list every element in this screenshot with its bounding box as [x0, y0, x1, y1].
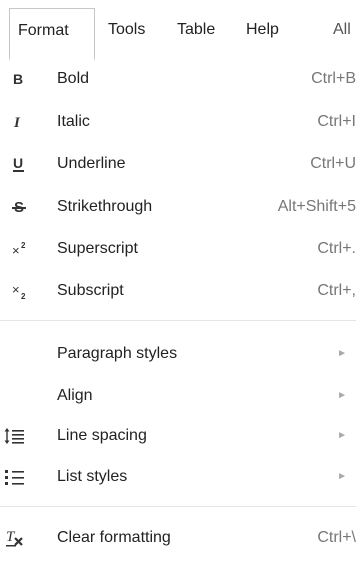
svg-text:2: 2 [21, 292, 26, 300]
menu-table[interactable]: Table [177, 20, 215, 40]
svg-text:×: × [12, 282, 20, 297]
menu-item-subscript[interactable]: × 2 Subscript Ctrl+, [0, 273, 356, 309]
svg-text:2: 2 [21, 241, 26, 250]
menu-all[interactable]: All [333, 20, 351, 40]
underline-label: Underline [57, 155, 126, 172]
align-label: Align [57, 387, 93, 404]
list-styles-icon [4, 459, 40, 495]
menu-item-bold[interactable]: B Bold Ctrl+B [0, 61, 356, 97]
menu-item-strikethrough[interactable]: S Strikethrough Alt+Shift+5 [0, 189, 356, 225]
menu-tools[interactable]: Tools [108, 20, 145, 40]
strikethrough-icon: S [12, 189, 48, 225]
submenu-arrow-icon: ► [337, 348, 347, 359]
menu-item-underline[interactable]: U Underline Ctrl+U [0, 146, 356, 182]
line-spacing-label: Line spacing [57, 427, 147, 444]
underline-icon: U [12, 146, 48, 182]
italic-icon: I [12, 104, 48, 140]
svg-text:I: I [13, 115, 21, 129]
list-styles-label: List styles [57, 468, 128, 485]
menu-separator [0, 506, 356, 507]
menu-item-paragraph-styles[interactable]: Paragraph styles ► [0, 336, 356, 372]
svg-text:T: T [6, 529, 16, 545]
subscript-shortcut: Ctrl+, [317, 282, 356, 299]
strikethrough-label: Strikethrough [57, 198, 153, 215]
format-dropdown-menu: B Bold Ctrl+B I Italic Ctrl+I U Underlin… [0, 59, 356, 563]
underline-shortcut: Ctrl+U [310, 155, 356, 172]
menu-format[interactable]: Format [9, 8, 95, 60]
menu-item-superscript[interactable]: × 2 Superscript Ctrl+. [0, 231, 356, 267]
svg-text:U: U [13, 155, 23, 171]
submenu-arrow-icon: ► [337, 430, 347, 441]
clear-formatting-icon: T [4, 520, 40, 556]
subscript-label: Subscript [57, 282, 124, 299]
svg-text:×: × [12, 243, 20, 257]
submenu-arrow-icon: ► [337, 471, 347, 482]
svg-text:B: B [13, 72, 23, 86]
clear-formatting-shortcut: Ctrl+\ [317, 529, 356, 546]
line-spacing-icon [4, 418, 40, 454]
menu-format-label: Format [18, 22, 69, 39]
superscript-icon: × 2 [12, 231, 48, 267]
menu-help[interactable]: Help [246, 20, 279, 40]
subscript-icon: × 2 [12, 273, 48, 309]
submenu-arrow-icon: ► [337, 390, 347, 401]
italic-label: Italic [57, 113, 90, 130]
menu-bar: Format Tools Table Help All [0, 0, 356, 60]
superscript-shortcut: Ctrl+. [317, 240, 356, 257]
menu-item-list-styles[interactable]: List styles ► [0, 459, 356, 495]
strikethrough-shortcut: Alt+Shift+5 [277, 198, 356, 215]
menu-item-line-spacing[interactable]: Line spacing ► [0, 418, 356, 454]
menu-item-clear-formatting[interactable]: T Clear formatting Ctrl+\ [0, 520, 356, 556]
bold-icon: B [12, 61, 48, 97]
paragraph-styles-label: Paragraph styles [57, 345, 178, 362]
menu-item-italic[interactable]: I Italic Ctrl+I [0, 104, 356, 140]
bold-shortcut: Ctrl+B [311, 70, 356, 87]
menu-item-align[interactable]: Align ► [0, 378, 356, 414]
clear-formatting-label: Clear formatting [57, 529, 171, 546]
italic-shortcut: Ctrl+I [317, 113, 356, 130]
superscript-label: Superscript [57, 240, 138, 257]
menu-separator [0, 320, 356, 321]
bold-label: Bold [57, 70, 90, 87]
